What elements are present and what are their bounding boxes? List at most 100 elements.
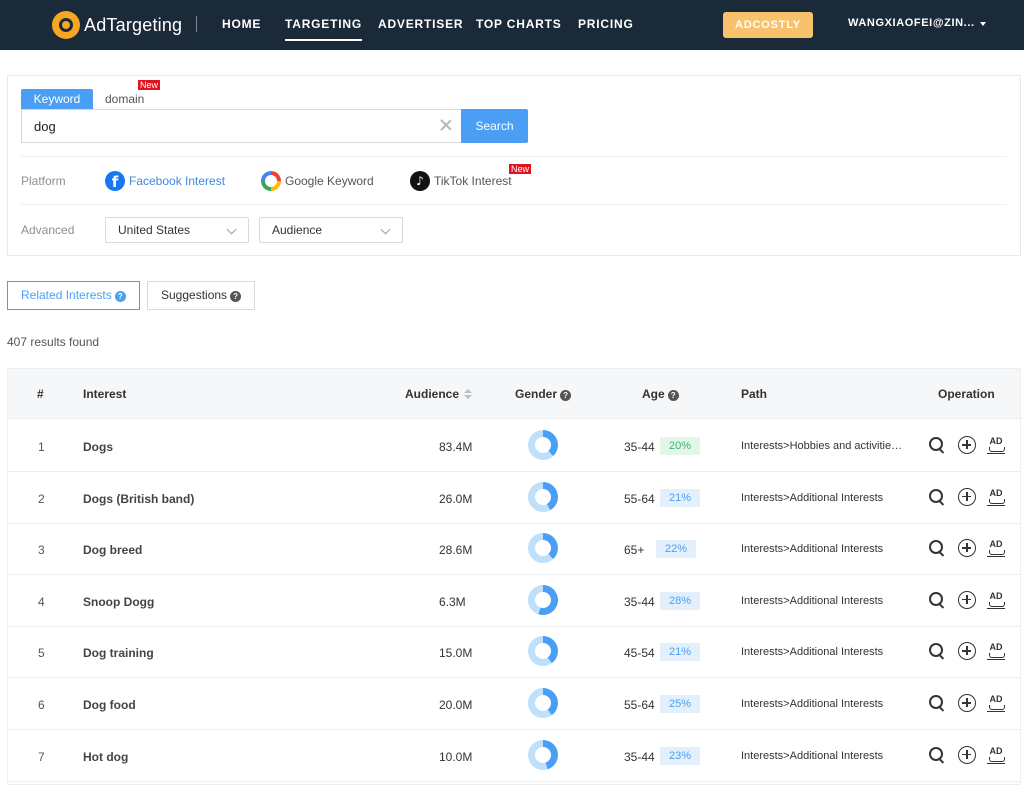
search-icon[interactable] — [928, 591, 946, 609]
row-age-range: 55-64 — [624, 698, 655, 712]
table-row[interactable]: 2 Dogs (British band) 26.0M 55-64 21% Interes… — [8, 472, 1020, 524]
th-audience-label: Audience — [405, 387, 460, 401]
logo[interactable]: AdTargeting — [52, 11, 182, 39]
ad-icon[interactable]: AD — [987, 694, 1005, 712]
platform-facebook[interactable]: f Facebook Interest — [105, 170, 225, 192]
tiktok-icon: ♪ — [410, 171, 430, 191]
table-row[interactable]: 5 Dog training 15.0M 45-54 21% Interests>Addi… — [8, 626, 1020, 679]
table-row[interactable]: 3 Dog breed 28.6M 65+ 22% Interests>Additiona… — [8, 523, 1020, 576]
th-interest: Interest — [83, 387, 127, 401]
row-interest[interactable]: Dog food — [83, 698, 136, 712]
th-gender-label: Gender — [515, 387, 558, 401]
add-circle-icon[interactable] — [958, 487, 976, 506]
top-nav: AdTargeting HOME TARGETING ADVERTISER TO… — [0, 0, 1024, 50]
add-circle-icon[interactable] — [958, 436, 976, 454]
add-circle-icon[interactable] — [958, 590, 976, 609]
row-index: 5 — [38, 646, 45, 661]
row-interest[interactable]: Hot dog — [83, 750, 128, 764]
ad-icon[interactable]: AD — [987, 746, 1005, 764]
gender-donut — [528, 636, 558, 667]
tab-related-interests[interactable]: Related Interests? — [7, 281, 140, 310]
gender-donut — [528, 533, 558, 564]
tab-related-label: Related Interests — [21, 288, 112, 302]
interests-table: # Interest Audience Gender? Age? Path Op… — [7, 368, 1021, 785]
ad-icon[interactable]: AD — [987, 488, 1005, 506]
gender-donut — [528, 584, 558, 615]
th-audience[interactable]: Audience — [405, 387, 473, 401]
row-interest[interactable]: Snoop Dogg — [83, 595, 154, 609]
row-audience: 6.3M — [439, 594, 466, 609]
nav-link-home[interactable]: HOME — [222, 17, 261, 31]
ad-icon[interactable]: AD — [987, 591, 1005, 609]
table-row[interactable]: 1 Dogs 83.4M 35-44 20% Interests>Hobbies and … — [8, 420, 1020, 472]
advanced-label: Advanced — [21, 223, 75, 237]
th-age-label: Age — [642, 387, 665, 401]
tab-suggestions[interactable]: Suggestions? — [147, 281, 256, 310]
platform-tiktok[interactable]: ♪ TikTok Interest — [410, 170, 512, 192]
th-gender: Gender? — [515, 387, 572, 401]
th-index: # — [37, 387, 44, 401]
search-input[interactable] — [21, 109, 461, 143]
caret-down-icon[interactable] — [980, 22, 986, 26]
row-path: Interests>Additional Interests — [741, 646, 884, 659]
row-index: 3 — [38, 543, 45, 558]
tab-keyword[interactable]: Keyword — [21, 89, 93, 110]
country-select[interactable]: United States — [105, 217, 249, 243]
ad-icon[interactable]: AD — [987, 642, 1005, 661]
row-age-range: 35-44 — [624, 594, 655, 609]
age-percent-badge: 22% — [656, 540, 697, 559]
th-age: Age? — [642, 387, 679, 401]
age-percent-badge: 21% — [660, 488, 701, 507]
search-icon[interactable] — [928, 746, 946, 764]
row-interest[interactable]: Dog training — [83, 646, 154, 660]
platform-facebook-label: Facebook Interest — [129, 174, 226, 188]
table-row[interactable]: 7 Hot dog 10.0M 35-44 23% Interests>Additiona… — [8, 730, 1020, 782]
sort-select[interactable]: Audience — [259, 217, 403, 243]
row-path: Interests>Additional Interests — [741, 491, 884, 504]
th-operation: Operation — [938, 387, 995, 401]
table-row[interactable]: 4 Snoop Dogg 6.3M 35-44 28% Interests>Additio… — [8, 575, 1020, 627]
table-row[interactable]: 6 Dog food 20.0M 55-64 25% Interests>Addition… — [8, 678, 1020, 730]
help-icon[interactable]: ? — [560, 390, 572, 401]
help-icon[interactable]: ? — [114, 291, 126, 302]
row-age-range: 45-54 — [624, 646, 655, 661]
ad-icon[interactable]: AD — [987, 539, 1005, 558]
help-icon[interactable]: ? — [230, 291, 242, 302]
search-button[interactable]: Search — [461, 109, 528, 143]
gender-donut — [528, 481, 558, 512]
adcostly-button[interactable]: ADCOSTLY — [723, 12, 813, 38]
add-circle-icon[interactable] — [958, 745, 976, 764]
google-icon — [261, 171, 281, 191]
ad-icon[interactable]: AD — [987, 436, 1005, 454]
row-interest[interactable]: Dogs (British band) — [83, 492, 194, 506]
search-icon[interactable] — [928, 642, 946, 660]
platform-google[interactable]: Google Keyword — [261, 170, 374, 192]
row-audience: 26.0M — [439, 491, 473, 506]
search-icon[interactable] — [928, 694, 946, 712]
user-menu[interactable]: WANGXIAOFEI@ZIN... — [848, 17, 975, 29]
age-percent-badge: 21% — [660, 643, 701, 662]
table-header: # Interest Audience Gender? Age? Path Op… — [8, 369, 1020, 419]
add-circle-icon[interactable] — [958, 539, 976, 558]
add-circle-icon[interactable] — [958, 642, 976, 661]
nav-link-advertiser[interactable]: ADVERTISER — [378, 17, 463, 31]
add-circle-icon[interactable] — [958, 694, 976, 712]
tab-domain[interactable]: domain — [105, 92, 144, 106]
chevron-down-icon — [380, 224, 391, 235]
row-path: Interests>Additional Interests — [741, 698, 884, 710]
row-interest[interactable]: Dog breed — [83, 543, 142, 557]
gender-donut — [528, 739, 558, 770]
sort-icon[interactable] — [464, 389, 473, 399]
help-icon[interactable]: ? — [667, 390, 679, 401]
search-icon[interactable] — [928, 436, 946, 454]
row-interest[interactable]: Dogs — [83, 440, 113, 454]
clear-icon[interactable] — [439, 118, 453, 132]
age-percent-badge: 20% — [660, 437, 701, 455]
nav-link-pricing[interactable]: PRICING — [578, 17, 634, 31]
nav-link-targeting[interactable]: TARGETING — [285, 17, 362, 41]
row-age-range: 65+ — [624, 543, 645, 558]
search-icon[interactable] — [928, 539, 946, 557]
search-icon[interactable] — [928, 488, 946, 506]
nav-link-top-charts[interactable]: TOP CHARTS — [476, 17, 562, 31]
row-audience: 10.0M — [439, 749, 473, 764]
